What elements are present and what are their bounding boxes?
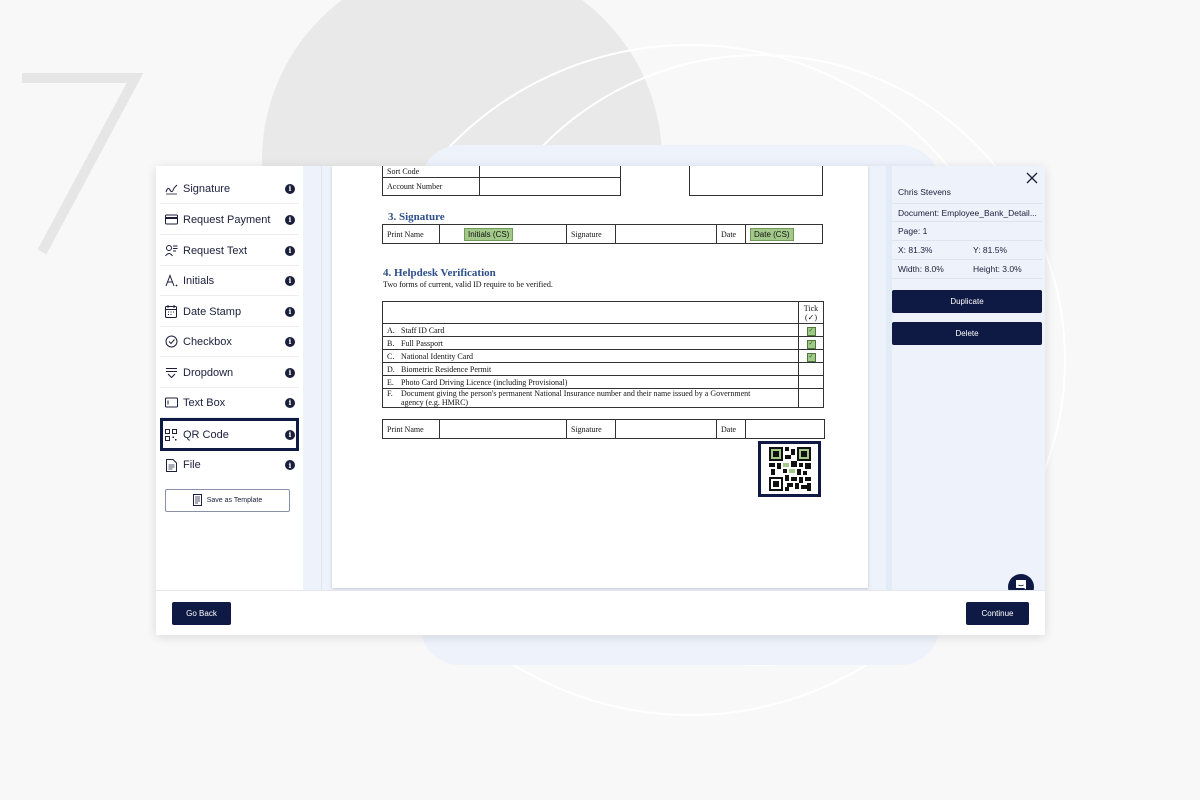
tool-signature[interactable]: Signature i xyxy=(160,174,299,204)
id-row: F. Document giving the person's permanent… xyxy=(382,388,799,408)
id-row: C. National Identity Card xyxy=(382,349,799,363)
document-canvas: Sort Code Account Number 3. Signature Pr… xyxy=(303,166,886,590)
signature-table: Print Name Initials (CS) Signature Date … xyxy=(382,224,823,244)
document-editor-window: Signature i Request Payment i Request Te… xyxy=(156,166,1045,635)
textbox-icon xyxy=(164,396,178,410)
qr-code-image xyxy=(768,447,811,491)
go-back-button[interactable]: Go Back xyxy=(172,602,231,625)
save-as-template-button[interactable]: Save as Template xyxy=(165,489,290,512)
file-icon xyxy=(164,458,178,472)
step-number-seven xyxy=(22,73,144,255)
width-value: Width: 8.0% xyxy=(898,264,944,274)
field-tools-panel: Signature i Request Payment i Request Te… xyxy=(156,166,303,590)
tool-request-text[interactable]: Request Text i xyxy=(160,236,299,266)
template-icon xyxy=(192,493,202,508)
continue-button[interactable]: Continue xyxy=(966,602,1029,625)
qr-code-field[interactable] xyxy=(758,441,821,497)
calendar-icon xyxy=(164,305,178,319)
request-text-icon xyxy=(164,244,178,258)
document-page: Sort Code Account Number 3. Signature Pr… xyxy=(332,166,868,588)
id-verification-table: Tick (✓) A. Staff ID Card ✓ B. Full Passpo… xyxy=(382,301,824,408)
delete-button[interactable]: Delete xyxy=(892,322,1042,345)
id-row: E. Photo Card Driving Licence (including … xyxy=(382,375,799,389)
tool-dropdown[interactable]: Dropdown i xyxy=(160,358,299,388)
dropdown-icon xyxy=(164,366,178,380)
info-icon[interactable]: i xyxy=(285,429,295,440)
helpdesk-signoff-table: Print Name Signature Date xyxy=(382,419,825,439)
tool-checkbox[interactable]: Checkbox i xyxy=(160,327,299,357)
signer-name: Chris Stevens xyxy=(898,186,951,197)
info-icon[interactable]: i xyxy=(285,367,295,378)
checked-box[interactable]: ✓ xyxy=(806,326,816,336)
initials-icon xyxy=(164,274,178,288)
bank-details-table: Sort Code Account Number xyxy=(382,166,823,196)
y-position: Y: 81.5% xyxy=(973,245,1008,255)
info-icon[interactable]: i xyxy=(285,306,295,317)
tool-request-payment[interactable]: Request Payment i xyxy=(160,205,299,235)
duplicate-button[interactable]: Duplicate xyxy=(892,290,1042,313)
helpdesk-section-title: 4. Helpdesk Verification xyxy=(383,267,496,279)
tool-qr-code[interactable]: QR Code i xyxy=(160,418,299,451)
tool-initials[interactable]: Initials i xyxy=(160,266,299,296)
checked-box[interactable]: ✓ xyxy=(806,352,816,362)
checked-box[interactable]: ✓ xyxy=(806,339,816,349)
checkbox-icon xyxy=(164,335,178,349)
field-properties-panel: Chris Stevens Document: Employee_Bank_De… xyxy=(886,166,1045,590)
tool-file[interactable]: File i xyxy=(160,450,299,480)
signature-icon xyxy=(164,182,178,196)
info-icon[interactable]: i xyxy=(285,460,295,470)
size-row: Width: 8.0% Height: 3.0% xyxy=(892,260,1042,279)
height-value: Height: 3.0% xyxy=(973,264,1022,274)
info-icon[interactable]: i xyxy=(285,214,295,225)
tool-text-box[interactable]: Text Box i xyxy=(160,388,299,418)
date-field[interactable]: Date (CS) xyxy=(750,227,794,241)
page-number: Page: 1 xyxy=(892,222,1042,241)
helpdesk-note: Two forms of current, valid ID require t… xyxy=(383,280,553,289)
editor-footer: Go Back Continue xyxy=(156,590,1045,635)
card-icon xyxy=(164,213,178,227)
x-position: X: 81.3% xyxy=(898,245,933,255)
info-icon[interactable]: i xyxy=(285,245,295,256)
initials-field[interactable]: Initials (CS) xyxy=(464,227,514,241)
info-icon[interactable]: i xyxy=(285,275,295,286)
position-row: X: 81.3% Y: 81.5% xyxy=(892,241,1042,260)
id-row: B. Full Passport xyxy=(382,336,799,350)
signature-section-title: 3. Signature xyxy=(388,211,445,223)
tool-date-stamp[interactable]: Date Stamp i xyxy=(160,297,299,327)
qr-code-icon xyxy=(164,428,178,442)
id-row: D. Biometric Residence Permit xyxy=(382,362,799,376)
id-row: A. Staff ID Card xyxy=(382,323,799,337)
info-icon[interactable]: i xyxy=(285,336,295,347)
document-name: Document: Employee_Bank_Detail... xyxy=(892,203,1042,222)
info-icon[interactable]: i xyxy=(285,183,295,194)
info-icon[interactable]: i xyxy=(285,397,295,408)
